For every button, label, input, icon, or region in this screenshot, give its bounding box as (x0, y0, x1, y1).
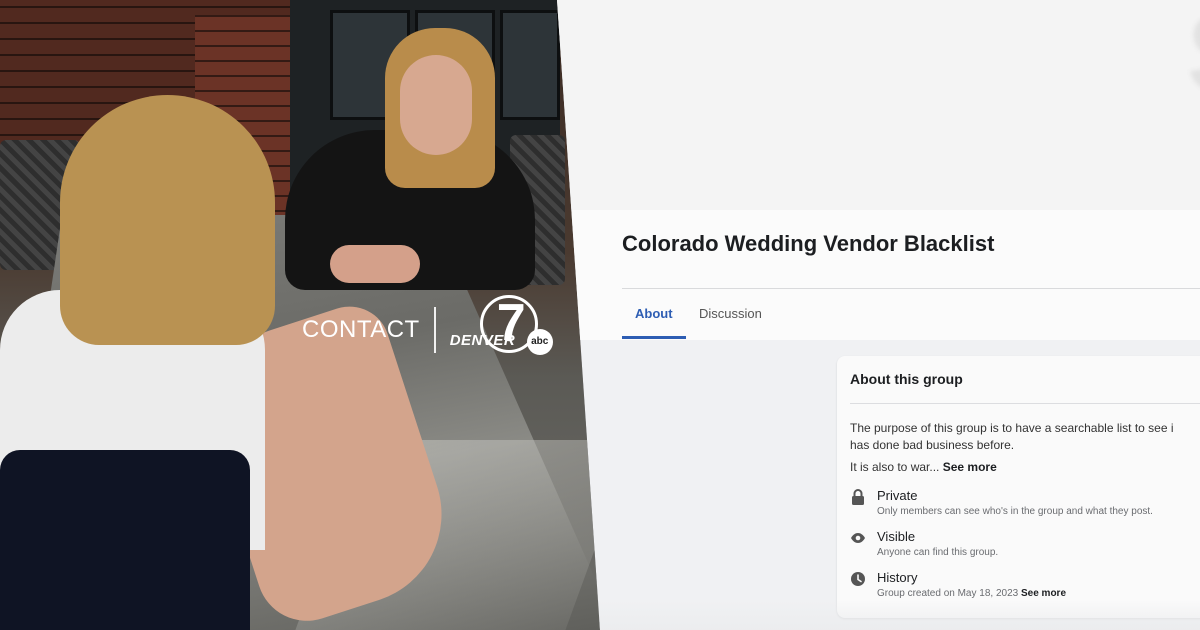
history-subtitle: Group created on May 18, 2023 See more (877, 588, 1066, 599)
lock-icon (850, 489, 866, 505)
composite-thumbnail: CONTACT 7 DENVER abc SVGG Colorado Weddi… (0, 0, 1200, 630)
description-more-text: It is also to war... (850, 460, 940, 474)
about-card-heading: About this group (850, 371, 963, 387)
about-card-divider (850, 403, 1200, 404)
contact-wordmark: CONTACT (302, 316, 420, 343)
station-wordmark: DENVER (449, 332, 516, 349)
history-see-more-link[interactable]: See more (1021, 588, 1066, 599)
logo-divider (433, 307, 436, 353)
reporter-skirt (0, 450, 250, 630)
see-more-link[interactable]: See more (943, 460, 997, 474)
visibility-subtitle: Anyone can find this group. (877, 547, 999, 558)
tab-about[interactable]: About (635, 306, 673, 321)
group-cover-photo: SVGG (557, 0, 1200, 210)
interviewee-hands (330, 245, 420, 283)
group-title: Colorado Wedding Vendor Blacklist (622, 231, 995, 256)
header-divider (622, 288, 1200, 289)
tab-discussion[interactable]: Discussion (699, 306, 762, 321)
denver7-badge: 7 DENVER abc (450, 295, 560, 365)
active-tab-indicator (622, 336, 686, 339)
cover-faded-text: SVGG (1187, 0, 1200, 117)
reporter-hair (60, 95, 275, 345)
contact-denver7-logo: CONTACT 7 DENVER abc (302, 295, 560, 365)
privacy-title: Private (877, 488, 918, 503)
history-title: History (877, 570, 918, 585)
visibility-title: Visible (877, 529, 916, 544)
clock-icon (850, 571, 866, 587)
group-description: The purpose of this group is to have a s… (850, 421, 1174, 452)
abc-network-icon: abc (526, 329, 553, 355)
eye-icon (850, 530, 866, 546)
history-created-date: Group created on May 18, 2023 (877, 588, 1019, 599)
interviewee-face (400, 55, 472, 155)
description-truncated: It is also to war... See more (850, 460, 997, 474)
privacy-subtitle: Only members can see who's in the group … (877, 506, 1153, 517)
